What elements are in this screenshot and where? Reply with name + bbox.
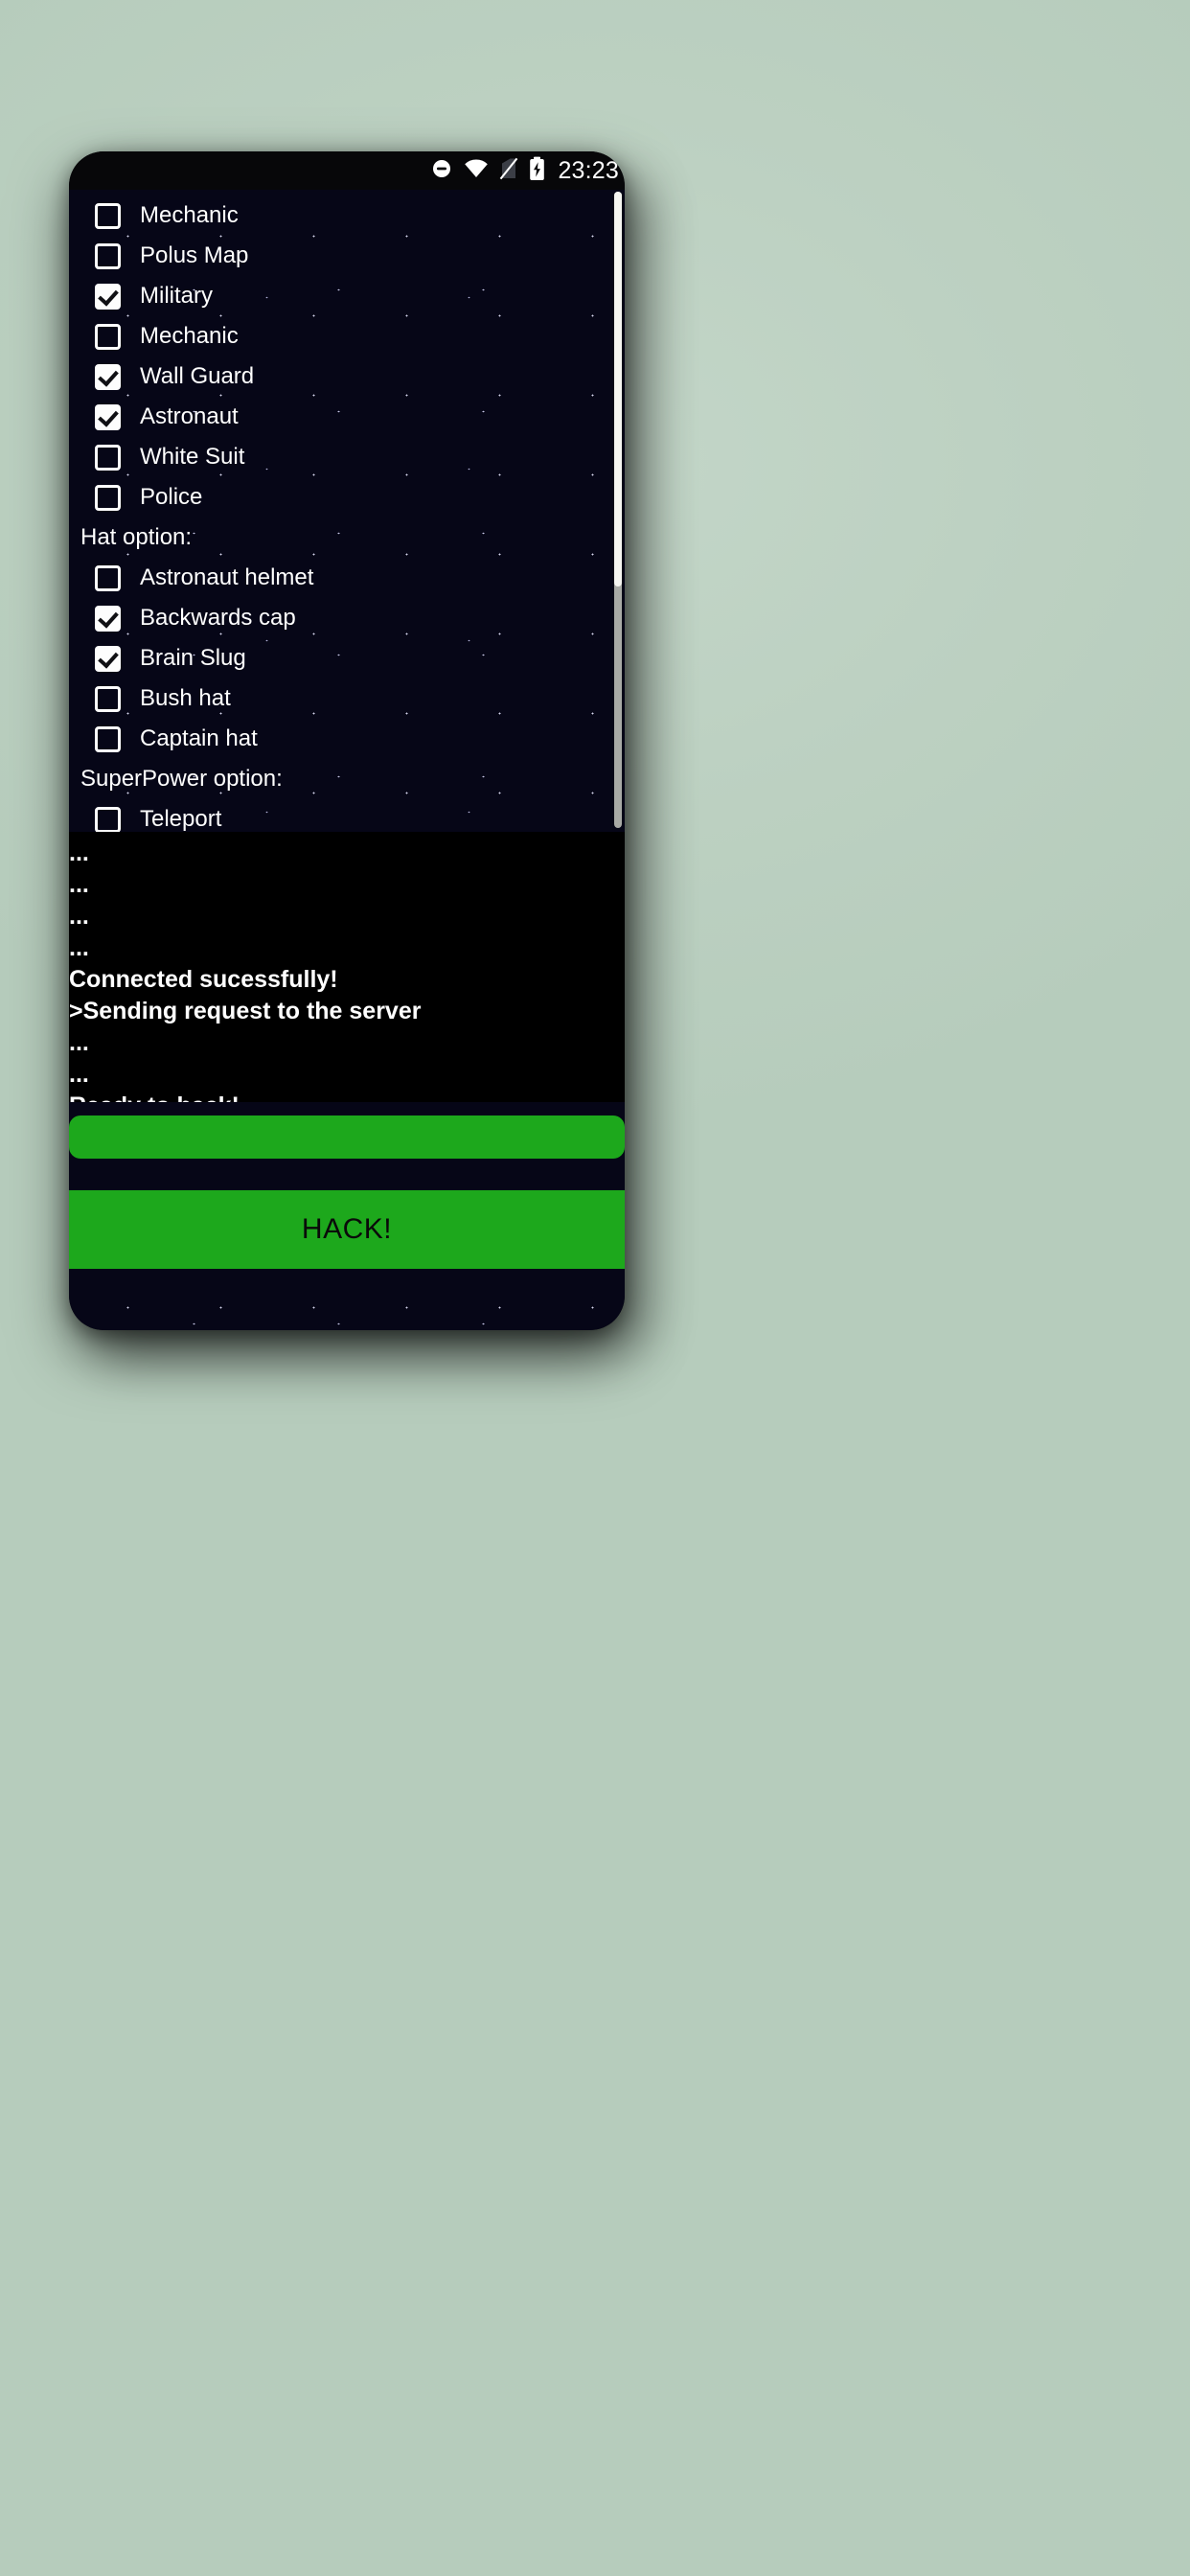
option-row[interactable]: Police [69, 477, 625, 518]
option-row[interactable]: Military [69, 276, 625, 316]
option-row[interactable]: Mechanic [69, 316, 625, 356]
option-label: Bush hat [140, 685, 231, 711]
options-list: Mechanic Polus Map Military Mechanic Wall Gu… [69, 190, 625, 832]
console-log-line: ... [69, 903, 89, 930]
checkbox-unchecked-icon[interactable] [95, 564, 121, 591]
checkbox-unchecked-icon[interactable] [95, 444, 121, 471]
phone-device: 23:23 Mechanic Polus Map Military Mechanic W… [69, 151, 625, 1330]
option-label: Astronaut [140, 403, 239, 429]
console-log-line: ... [69, 840, 89, 866]
console-log-line: ... [69, 1061, 89, 1088]
option-label: Polus Map [140, 242, 249, 268]
console-log-line: ... [69, 1029, 89, 1056]
option-row[interactable]: Bush hat [69, 678, 625, 719]
scrollbar-track[interactable] [614, 192, 622, 828]
option-row[interactable]: Brain Slug [69, 638, 625, 678]
option-label: Wall Guard [140, 363, 255, 389]
option-row[interactable]: Astronaut helmet [69, 558, 625, 598]
option-row[interactable]: Wall Guard [69, 356, 625, 397]
option-label: Backwards cap [140, 605, 296, 631]
console-log-line: >Sending request to the server [69, 998, 422, 1024]
status-bar: 23:23 [69, 151, 625, 190]
checkbox-checked-icon[interactable] [95, 645, 121, 672]
no-sim-icon [499, 157, 518, 185]
option-row[interactable]: Captain hat [69, 719, 625, 759]
option-label: Police [140, 484, 203, 510]
bottom-panel: HACK! [69, 1102, 625, 1330]
options-scroll-panel[interactable]: Mechanic Polus Map Military Mechanic Wall Gu… [69, 190, 625, 832]
checkbox-unchecked-icon[interactable] [95, 484, 121, 511]
checkbox-checked-icon[interactable] [95, 403, 121, 430]
checkbox-checked-icon[interactable] [95, 283, 121, 310]
option-label: Brain Slug [140, 645, 246, 671]
checkbox-unchecked-icon[interactable] [95, 323, 121, 350]
console-log-line: Connected sucessfully! [69, 966, 338, 993]
option-row[interactable]: Teleport [69, 799, 625, 832]
checkbox-unchecked-icon[interactable] [95, 202, 121, 229]
checkbox-unchecked-icon[interactable] [95, 806, 121, 832]
option-label: Astronaut helmet [140, 564, 314, 590]
option-label: Teleport [140, 806, 222, 832]
option-label: Military [140, 283, 213, 309]
option-row[interactable]: Polus Map [69, 236, 625, 276]
option-row[interactable]: White Suit [69, 437, 625, 477]
console-log: ............ Connected sucessfully! >Sendi… [69, 832, 625, 1102]
checkbox-checked-icon[interactable] [95, 363, 121, 390]
console-log-line: Ready to hack! [69, 1091, 625, 1103]
option-row[interactable]: Astronaut [69, 397, 625, 437]
option-label: Mechanic [140, 323, 239, 349]
scrollbar-thumb[interactable] [614, 192, 622, 586]
phone-screen: 23:23 Mechanic Polus Map Military Mechanic W… [69, 151, 625, 1330]
status-bar-clock: 23:23 [558, 156, 619, 184]
option-label: White Suit [140, 444, 245, 470]
option-label: Captain hat [140, 725, 258, 751]
hack-button[interactable]: HACK! [69, 1190, 625, 1269]
option-row[interactable]: Backwards cap [69, 598, 625, 638]
do-not-disturb-icon [430, 157, 453, 185]
options-section-header: Hat option: [80, 524, 193, 550]
option-label: Mechanic [140, 202, 239, 228]
wifi-icon [464, 157, 489, 185]
console-log-line: ... [69, 871, 89, 898]
checkbox-unchecked-icon[interactable] [95, 242, 121, 269]
checkbox-checked-icon[interactable] [95, 605, 121, 632]
checkbox-unchecked-icon[interactable] [95, 685, 121, 712]
hack-button-label: HACK! [301, 1213, 393, 1245]
console-log-line: ... [69, 934, 89, 961]
progress-bar-button[interactable] [69, 1116, 625, 1159]
options-section-header: SuperPower option: [80, 766, 283, 792]
checkbox-unchecked-icon[interactable] [95, 725, 121, 752]
option-row[interactable]: Mechanic [69, 196, 625, 236]
battery-charging-icon [529, 156, 545, 186]
